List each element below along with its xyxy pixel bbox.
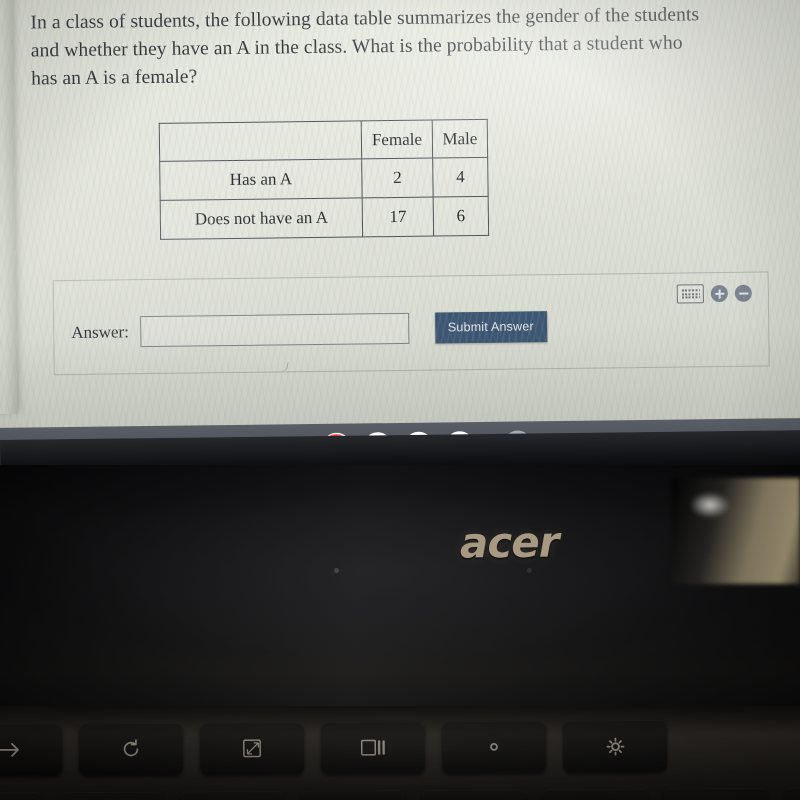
keyboard-icon[interactable] <box>676 284 704 304</box>
table-header-row: Female Male <box>159 119 488 162</box>
overview-key[interactable] <box>320 721 426 774</box>
base-screw-dot <box>334 568 339 573</box>
key-blank[interactable] <box>784 787 800 800</box>
forward-key[interactable] <box>0 723 63 777</box>
fullscreen-key[interactable] <box>199 722 305 775</box>
submit-answer-button[interactable]: Submit Answer <box>434 311 547 344</box>
key-blank[interactable] <box>663 787 769 800</box>
laptop-keyboard <box>0 706 800 800</box>
brightness-up-key[interactable] <box>562 719 668 773</box>
key-blank[interactable] <box>58 791 164 800</box>
reload-key[interactable] <box>78 722 184 776</box>
question-text: In a class of students, the following da… <box>30 1 761 94</box>
table-header-female: Female <box>361 120 433 159</box>
key-blank[interactable] <box>421 789 527 800</box>
answer-tools <box>676 284 752 304</box>
table-row-label-has-an-a: Has an A <box>159 158 363 201</box>
table-header-male: Male <box>432 119 488 159</box>
acer-brand-logo: acer <box>459 517 559 568</box>
key-blank[interactable] <box>542 788 648 800</box>
table-row: Has an A 2 4 <box>159 157 489 201</box>
table-row-label-no-a: Does not have an A <box>160 197 363 240</box>
function-key-row <box>0 719 668 777</box>
table-cell-has-a-female: 2 <box>361 158 434 198</box>
laptop-screen: In a class of students, the following da… <box>0 0 800 432</box>
plus-circle-icon[interactable] <box>710 284 728 303</box>
key-blank[interactable] <box>179 790 285 800</box>
answer-row: Answer: Submit Answer <box>71 311 547 348</box>
table-cell-no-a-female: 17 <box>362 197 434 237</box>
answer-label: Answer: <box>71 321 129 342</box>
answer-input[interactable] <box>139 312 410 348</box>
table-cell-no-a-male: 6 <box>433 196 489 237</box>
answer-panel: Answer: Submit Answer <box>52 271 770 376</box>
data-table: Female Male Has an A 2 4 Does not have a… <box>159 119 489 240</box>
base-screw-dot <box>527 568 532 573</box>
minus-circle-icon[interactable] <box>734 284 752 302</box>
table-row: Does not have an A 17 6 <box>160 196 489 240</box>
key-blank[interactable] <box>300 790 406 800</box>
key-blank[interactable] <box>0 792 43 800</box>
screenshot-root: In a class of students, the following da… <box>0 0 800 800</box>
brightness-down-key[interactable] <box>441 720 547 774</box>
table-cell-has-a-male: 4 <box>432 157 489 198</box>
table-corner-cell <box>159 120 362 162</box>
second-key-row <box>0 787 800 800</box>
hinge-highlight <box>690 492 730 518</box>
